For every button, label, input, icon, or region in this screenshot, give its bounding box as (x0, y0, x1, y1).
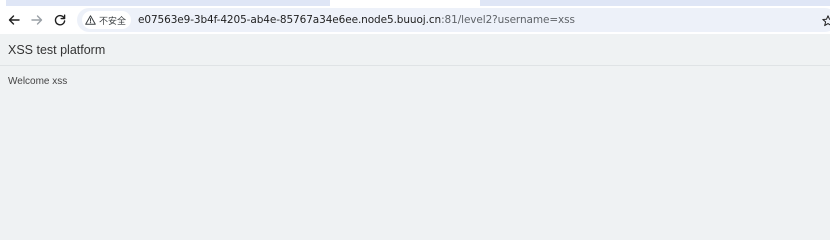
page-content: XSS test platform Welcome xss (0, 34, 830, 222)
brand-title[interactable]: XSS test platform (8, 43, 105, 57)
url-host: e07563e9-3b4f-4205-ab4e-85767a34e6ee.nod… (138, 14, 442, 26)
url-path: :81/level2?username=xss (441, 14, 575, 26)
welcome-message: Welcome xss (8, 76, 68, 87)
navbar: XSS test platform (0, 34, 830, 66)
reload-button[interactable] (49, 9, 71, 31)
bookmark-star-button[interactable] (822, 14, 830, 32)
warning-triangle-icon (85, 15, 96, 25)
reload-icon (54, 14, 66, 26)
forward-button[interactable] (26, 9, 48, 31)
url-text[interactable]: e07563e9-3b4f-4205-ab4e-85767a34e6ee.nod… (138, 14, 575, 26)
forward-arrow-icon (31, 15, 43, 25)
star-icon (822, 15, 830, 27)
browser-toolbar: 不安全 e07563e9-3b4f-4205-ab4e-85767a34e6ee… (0, 6, 830, 34)
security-chip[interactable]: 不安全 (82, 11, 132, 29)
back-button[interactable] (3, 9, 25, 31)
back-arrow-icon (8, 15, 20, 25)
address-bar[interactable]: 不安全 e07563e9-3b4f-4205-ab4e-85767a34e6ee… (77, 8, 830, 32)
security-chip-label: 不安全 (99, 16, 127, 27)
